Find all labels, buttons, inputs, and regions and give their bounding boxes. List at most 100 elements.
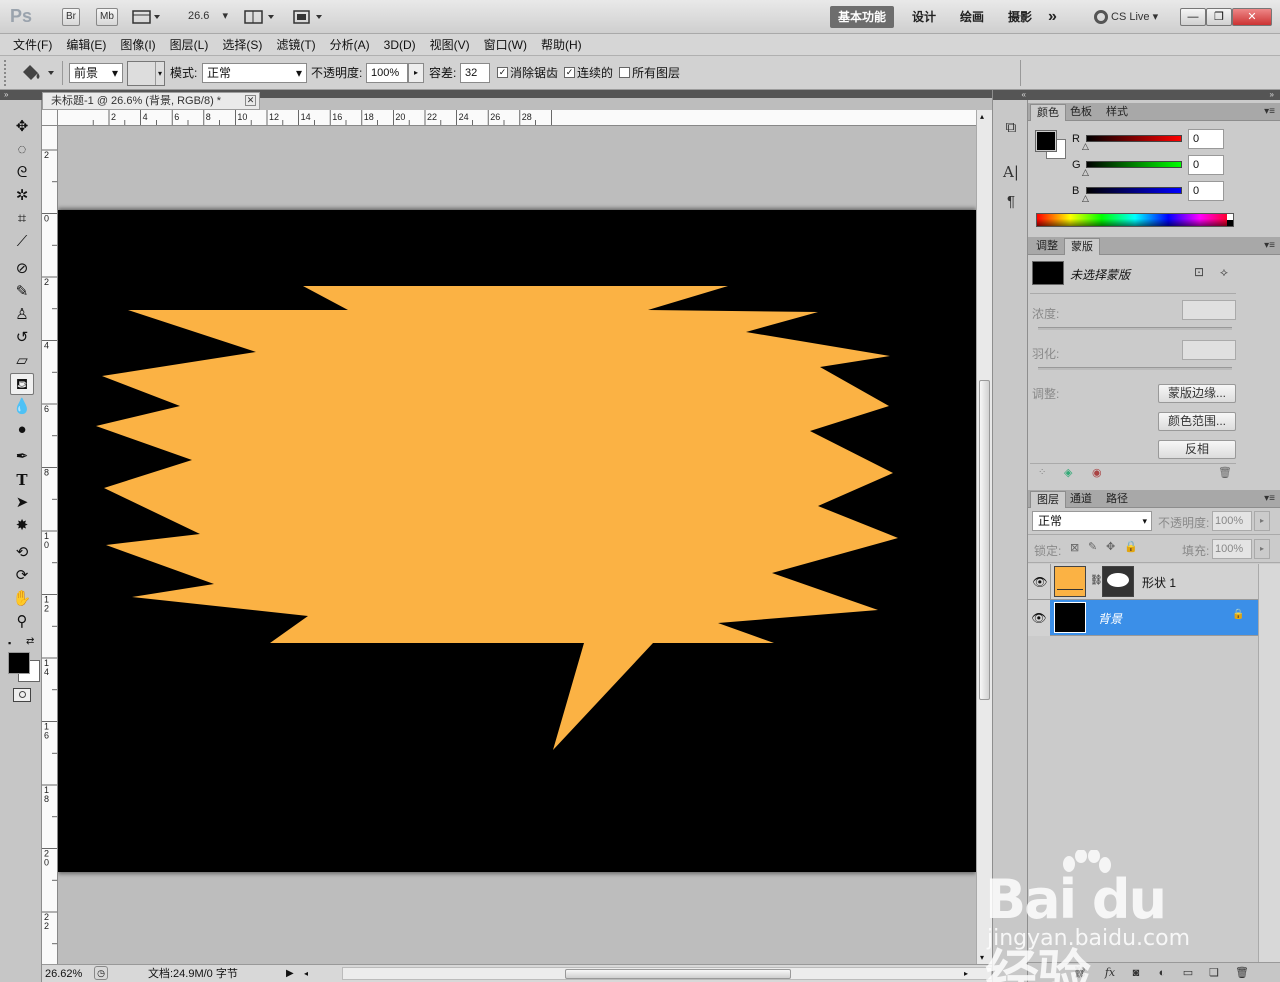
lock-all-icon[interactable]: 🔒 — [1124, 540, 1138, 553]
red-slider[interactable] — [1086, 135, 1182, 142]
eraser-tool-icon[interactable]: ▱ — [10, 350, 34, 372]
tab-layers[interactable]: 图层 — [1030, 491, 1066, 508]
contiguous-checkbox[interactable]: ✓ — [564, 67, 575, 78]
density-slider[interactable] — [1038, 327, 1232, 330]
delete-layer-icon[interactable]: 🗑 — [1234, 965, 1250, 981]
character-panel-icon[interactable]: A| — [1001, 162, 1021, 182]
blue-value-input[interactable]: 0 — [1188, 181, 1224, 201]
bridge-button[interactable]: Br — [62, 8, 80, 26]
tab-adjustments[interactable]: 调整 — [1030, 238, 1064, 255]
zoom-status[interactable]: 26.62% — [45, 966, 82, 982]
options-grip[interactable] — [4, 60, 10, 86]
fill-slider-button[interactable]: ▸ — [1254, 539, 1270, 559]
vertical-scroll-thumb[interactable] — [979, 380, 990, 700]
close-button[interactable]: ✕ — [1232, 8, 1272, 26]
mini-bridge-button[interactable]: Mb — [96, 8, 118, 26]
menu-edit[interactable]: 编辑(E) — [59, 34, 113, 55]
3d-rotate-tool-icon[interactable]: ⟲ — [10, 542, 34, 564]
all-layers-checkbox[interactable] — [619, 67, 630, 78]
path-selection-tool-icon[interactable]: ➤ — [10, 492, 34, 514]
menu-view[interactable]: 视图(V) — [423, 34, 477, 55]
pattern-picker[interactable]: ▾ — [127, 61, 165, 86]
default-colors-icon[interactable]: ▪ — [8, 638, 11, 648]
marquee-tool-icon[interactable]: ◌ — [10, 139, 34, 161]
menu-help[interactable]: 帮助(H) — [534, 34, 589, 55]
history-brush-tool-icon[interactable]: ↺ — [10, 327, 34, 349]
delete-mask-icon[interactable]: 🗑 — [1218, 466, 1232, 479]
red-slider-handle-icon[interactable]: △ — [1082, 141, 1089, 152]
workspace-essentials[interactable]: 基本功能 — [830, 6, 895, 28]
restore-button[interactable]: ❐ — [1206, 8, 1232, 26]
menu-image[interactable]: 图像(I) — [113, 34, 162, 55]
tool-preset-picker[interactable] — [18, 62, 58, 84]
green-slider[interactable] — [1086, 161, 1182, 168]
tab-styles[interactable]: 样式 — [1100, 104, 1134, 121]
fill-input[interactable]: 100% — [1212, 539, 1252, 559]
layer-opacity-input[interactable]: 100% — [1212, 511, 1252, 531]
brush-tool-icon[interactable]: ✎ — [10, 281, 34, 303]
vertical-ruler[interactable]: 20246810121416182022 — [42, 126, 58, 964]
disable-mask-icon[interactable]: ◉ — [1092, 466, 1102, 479]
move-tool-icon[interactable]: ✥ — [10, 116, 34, 138]
document-tab[interactable]: 未标题-1 @ 26.6% (背景, RGB/8) * ✕ — [42, 92, 260, 110]
panel-menu-icon[interactable]: ▾≡ — [1264, 240, 1275, 251]
menu-3d[interactable]: 3D(D) — [377, 34, 423, 55]
eye-icon[interactable]: 👁 — [1028, 600, 1050, 636]
green-value-input[interactable]: 0 — [1188, 155, 1224, 175]
eye-icon[interactable]: 👁 — [1032, 574, 1048, 590]
arrange-documents-button[interactable] — [244, 9, 278, 25]
lock-pixels-icon[interactable]: ✎ — [1088, 540, 1097, 553]
view-extras-button[interactable] — [132, 9, 162, 25]
blend-mode-select[interactable]: 正常 ▾ — [1032, 511, 1152, 531]
status-menu-arrow-icon[interactable]: ▶ — [286, 966, 294, 982]
document-canvas[interactable] — [58, 210, 976, 872]
healing-brush-tool-icon[interactable]: ⊘ — [10, 258, 34, 280]
workspace-painting[interactable]: 绘画 — [952, 6, 992, 28]
vector-mask-icon[interactable]: ⟡ — [1220, 265, 1228, 280]
blur-tool-icon[interactable]: 💧 — [10, 396, 34, 418]
tab-masks[interactable]: 蒙版 — [1064, 238, 1100, 255]
menu-layer[interactable]: 图层(L) — [163, 34, 216, 55]
status-info-icon[interactable]: ◷ — [94, 966, 108, 980]
cs-live-button[interactable]: CS Live ▾ — [1094, 8, 1158, 26]
minimize-button[interactable]: — — [1180, 8, 1206, 26]
vertical-scrollbar[interactable]: ▴ ▾ — [976, 110, 992, 964]
menu-window[interactable]: 窗口(W) — [477, 34, 534, 55]
foreground-color-swatch[interactable] — [8, 652, 30, 674]
layer-row-background[interactable]: 👁 背景 🔒 — [1028, 600, 1258, 636]
red-value-input[interactable]: 0 — [1188, 129, 1224, 149]
green-slider-handle-icon[interactable]: △ — [1082, 167, 1089, 178]
menu-filter[interactable]: 滤镜(T) — [269, 34, 322, 55]
menu-analysis[interactable]: 分析(A) — [323, 34, 377, 55]
foreground-color-chip[interactable] — [1035, 130, 1057, 152]
blue-slider-handle-icon[interactable]: △ — [1082, 193, 1089, 204]
layer-row-shape1[interactable]: 👁 ⛓ 形状 1 — [1028, 564, 1258, 600]
layers-scrollbar[interactable] — [1258, 564, 1280, 962]
workspace-design[interactable]: 设计 — [904, 6, 944, 28]
spectrum-black-chip[interactable] — [1227, 220, 1233, 226]
load-selection-icon[interactable]: ⁘ — [1038, 467, 1046, 478]
lasso-tool-icon[interactable]: ᘓ — [10, 162, 34, 184]
feather-input[interactable] — [1182, 340, 1236, 360]
canvas-viewport[interactable] — [58, 126, 976, 964]
zoom-tool-icon[interactable]: ⚲ — [10, 611, 34, 633]
scroll-left-icon[interactable]: ◂ — [304, 966, 308, 982]
antialias-checkbox[interactable]: ✓ — [497, 67, 508, 78]
horizontal-ruler[interactable]: 2 4 6 8 10 12 14 16 18 20 22 24 26 28 — [58, 110, 976, 126]
color-spectrum-bar[interactable] — [1036, 213, 1234, 227]
layer-opacity-slider-button[interactable]: ▸ — [1254, 511, 1270, 531]
horizontal-scrollbar[interactable] — [342, 967, 992, 980]
hand-tool-icon[interactable]: ✋ — [10, 588, 34, 610]
zoom-level-dropdown[interactable]: 26.6 ▾ — [188, 9, 228, 22]
blue-slider[interactable] — [1086, 187, 1182, 194]
tab-paths[interactable]: 路径 — [1100, 491, 1134, 508]
workspace-photography[interactable]: 摄影 — [1000, 6, 1040, 28]
opacity-slider-button[interactable]: ▸ — [408, 63, 424, 83]
paint-bucket-tool-icon[interactable]: ⛾ — [10, 373, 34, 395]
panels-collapse-button[interactable]: » — [1028, 90, 1280, 100]
panel-menu-icon[interactable]: ▾≡ — [1264, 493, 1275, 504]
custom-shape-tool-icon[interactable]: ✸ — [10, 515, 34, 537]
magic-wand-tool-icon[interactable]: ✲ — [10, 185, 34, 207]
fill-source-select[interactable]: 前景 ▾ — [69, 63, 123, 83]
feather-slider[interactable] — [1038, 367, 1232, 370]
